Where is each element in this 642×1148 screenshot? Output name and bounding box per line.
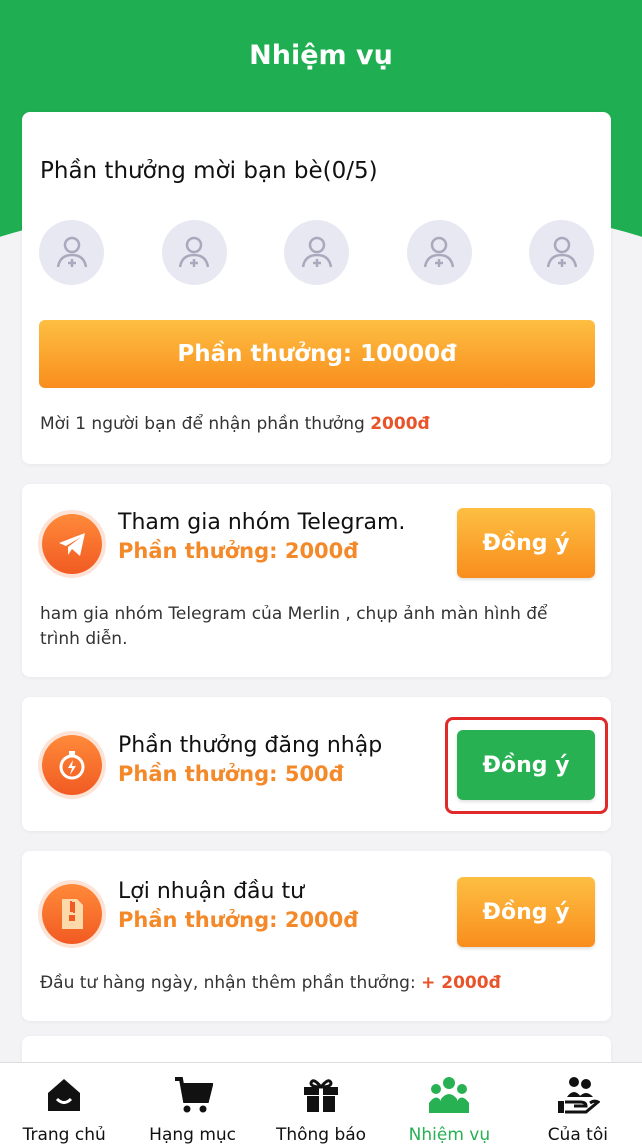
add-user-icon bbox=[178, 236, 210, 267]
task-description: Đầu tư hàng ngày, nhận thêm phần thưởng:… bbox=[40, 971, 580, 996]
task-description-text: Đầu tư hàng ngày, nhận thêm phần thưởng: bbox=[40, 973, 422, 993]
avatar-slot[interactable] bbox=[39, 220, 104, 285]
avatar-slot[interactable] bbox=[406, 220, 472, 285]
page-title: Nhiệm vụ bbox=[249, 40, 393, 71]
telegram-icon bbox=[42, 514, 102, 574]
home-icon bbox=[42, 1073, 86, 1117]
task-reward: Phần thưởng: 2000đ bbox=[118, 908, 359, 932]
tab-notifications[interactable]: Thông báo bbox=[257, 1063, 385, 1148]
invite-title: Phần thưởng mời bạn bè(0/5) bbox=[40, 158, 378, 184]
hand-users-icon bbox=[556, 1073, 600, 1117]
tab-label: Nhiệm vụ bbox=[408, 1125, 491, 1145]
task-reward: Phần thưởng: 500đ bbox=[118, 762, 344, 786]
gift-icon bbox=[299, 1073, 343, 1117]
add-user-icon bbox=[546, 236, 577, 267]
avatar-slot[interactable] bbox=[529, 220, 594, 285]
invite-note-text: Mời 1 người bạn để nhận phần thưởng bbox=[40, 414, 371, 434]
cart-icon bbox=[171, 1073, 215, 1117]
tab-home[interactable]: Trang chủ bbox=[0, 1063, 128, 1148]
tab-mine[interactable]: Của tôi bbox=[514, 1063, 642, 1148]
tab-label: Hạng mục bbox=[149, 1125, 237, 1145]
add-user-icon bbox=[56, 236, 87, 267]
invite-note-amount: 2000đ bbox=[370, 414, 430, 434]
people-icon bbox=[427, 1073, 471, 1117]
invite-reward-button[interactable]: Phần thưởng: 10000đ bbox=[39, 320, 595, 388]
task-reward: Phần thưởng: 2000đ bbox=[118, 539, 359, 563]
tab-tasks[interactable]: Nhiệm vụ bbox=[385, 1063, 513, 1148]
avatar-slot[interactable] bbox=[161, 220, 227, 285]
add-user-icon bbox=[423, 236, 455, 267]
tab-label: Thông báo bbox=[275, 1125, 367, 1145]
invite-avatars bbox=[39, 220, 594, 285]
avatar-slot[interactable] bbox=[284, 220, 349, 285]
task-title: Lợi nhuận đầu tư bbox=[118, 879, 305, 904]
agree-button[interactable]: Đồng ý bbox=[457, 508, 595, 578]
invite-note: Mời 1 người bạn để nhận phần thưởng 2000… bbox=[40, 414, 430, 434]
tab-label: Trang chủ bbox=[22, 1125, 106, 1145]
invite-card: Phần thưởng mời bạn bè(0/5) Phần thưởng:… bbox=[22, 112, 611, 464]
task-description-amount: + 2000đ bbox=[421, 973, 501, 993]
zip-file-icon bbox=[42, 884, 102, 944]
stopwatch-icon bbox=[42, 735, 102, 795]
agree-button[interactable]: Đồng ý bbox=[457, 877, 595, 947]
task-card-telegram: Tham gia nhóm Telegram. Phần thưởng: 200… bbox=[22, 484, 611, 677]
task-card-investment: Lợi nhuận đầu tư Phần thưởng: 2000đ Đồng… bbox=[22, 851, 611, 1021]
tab-label: Của tôi bbox=[547, 1125, 608, 1145]
task-title: Phần thưởng đăng nhập bbox=[118, 733, 383, 758]
task-description: ham gia nhóm Telegram của Merlin , chụp … bbox=[40, 604, 548, 649]
add-user-icon bbox=[301, 236, 332, 267]
task-title: Tham gia nhóm Telegram. bbox=[118, 510, 406, 535]
bottom-tab-bar: Trang chủ Hạng mục Thông báo Nhiệm vụ Củ… bbox=[0, 1062, 642, 1148]
tab-category[interactable]: Hạng mục bbox=[128, 1063, 256, 1148]
highlight-box bbox=[445, 717, 608, 814]
